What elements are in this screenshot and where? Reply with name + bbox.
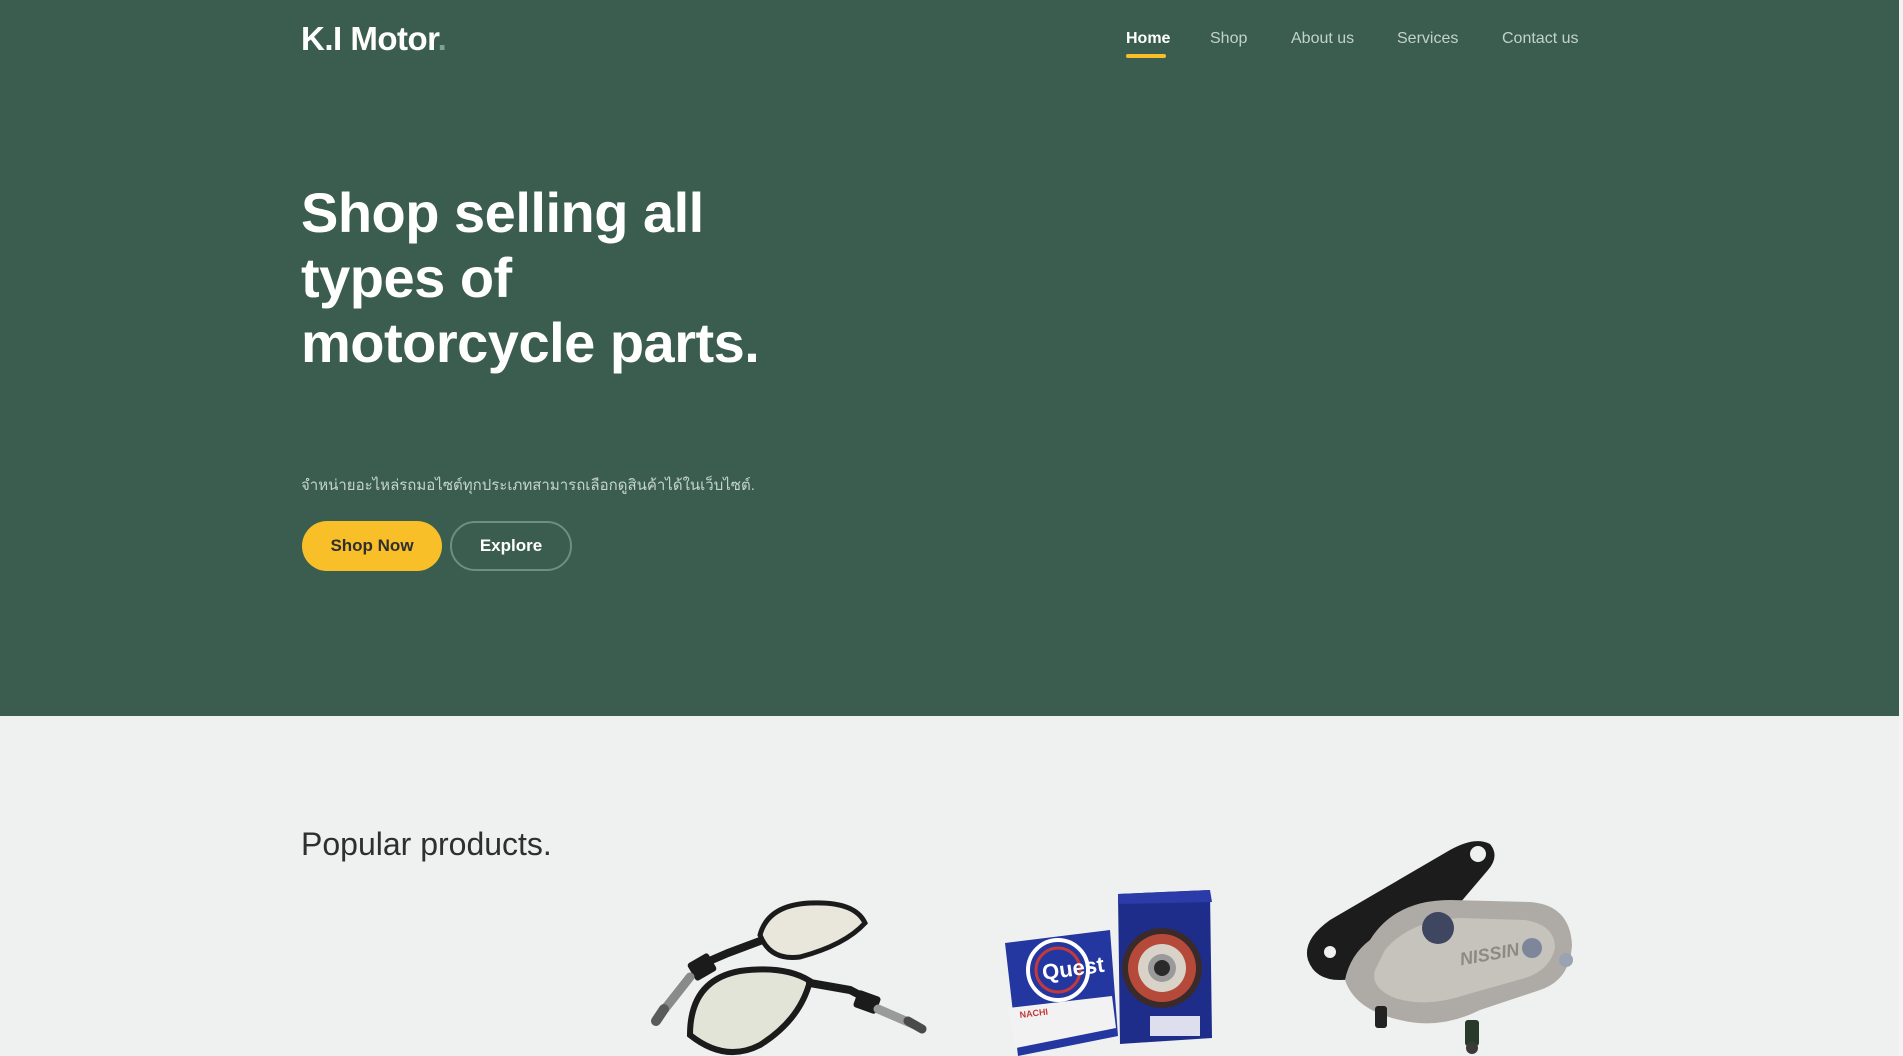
bearing-box-image[interactable]: Quest NACHI — [1000, 888, 1230, 1056]
scrollbar[interactable] — [1899, 0, 1903, 1056]
nav-item-contact[interactable]: Contact us — [1502, 30, 1578, 48]
hero-section: K.I Motor. Home Shop About us Services C… — [0, 0, 1903, 716]
nav-item-about[interactable]: About us — [1291, 30, 1354, 48]
popular-products-title: Popular products. — [301, 826, 552, 862]
hero-title: Shop selling all types of motorcycle par… — [301, 181, 760, 374]
brake-caliper-image[interactable]: NISSIN — [1300, 830, 1590, 1056]
nav-item-services[interactable]: Services — [1397, 30, 1458, 48]
nav-item-shop[interactable]: Shop — [1210, 30, 1247, 48]
nav-item-home[interactable]: Home — [1126, 30, 1170, 48]
motorcycle-mirror-image[interactable] — [650, 895, 930, 1056]
nav-active-indicator — [1126, 54, 1166, 58]
main-nav: Home Shop About us Services Contact us — [0, 30, 1903, 70]
shop-now-button[interactable]: Shop Now — [302, 521, 442, 571]
hero-subtitle: จำหน่ายอะไหล่รถมอไซต์ทุกประเภทสามารถเลือ… — [301, 477, 755, 494]
explore-button[interactable]: Explore — [450, 521, 572, 571]
